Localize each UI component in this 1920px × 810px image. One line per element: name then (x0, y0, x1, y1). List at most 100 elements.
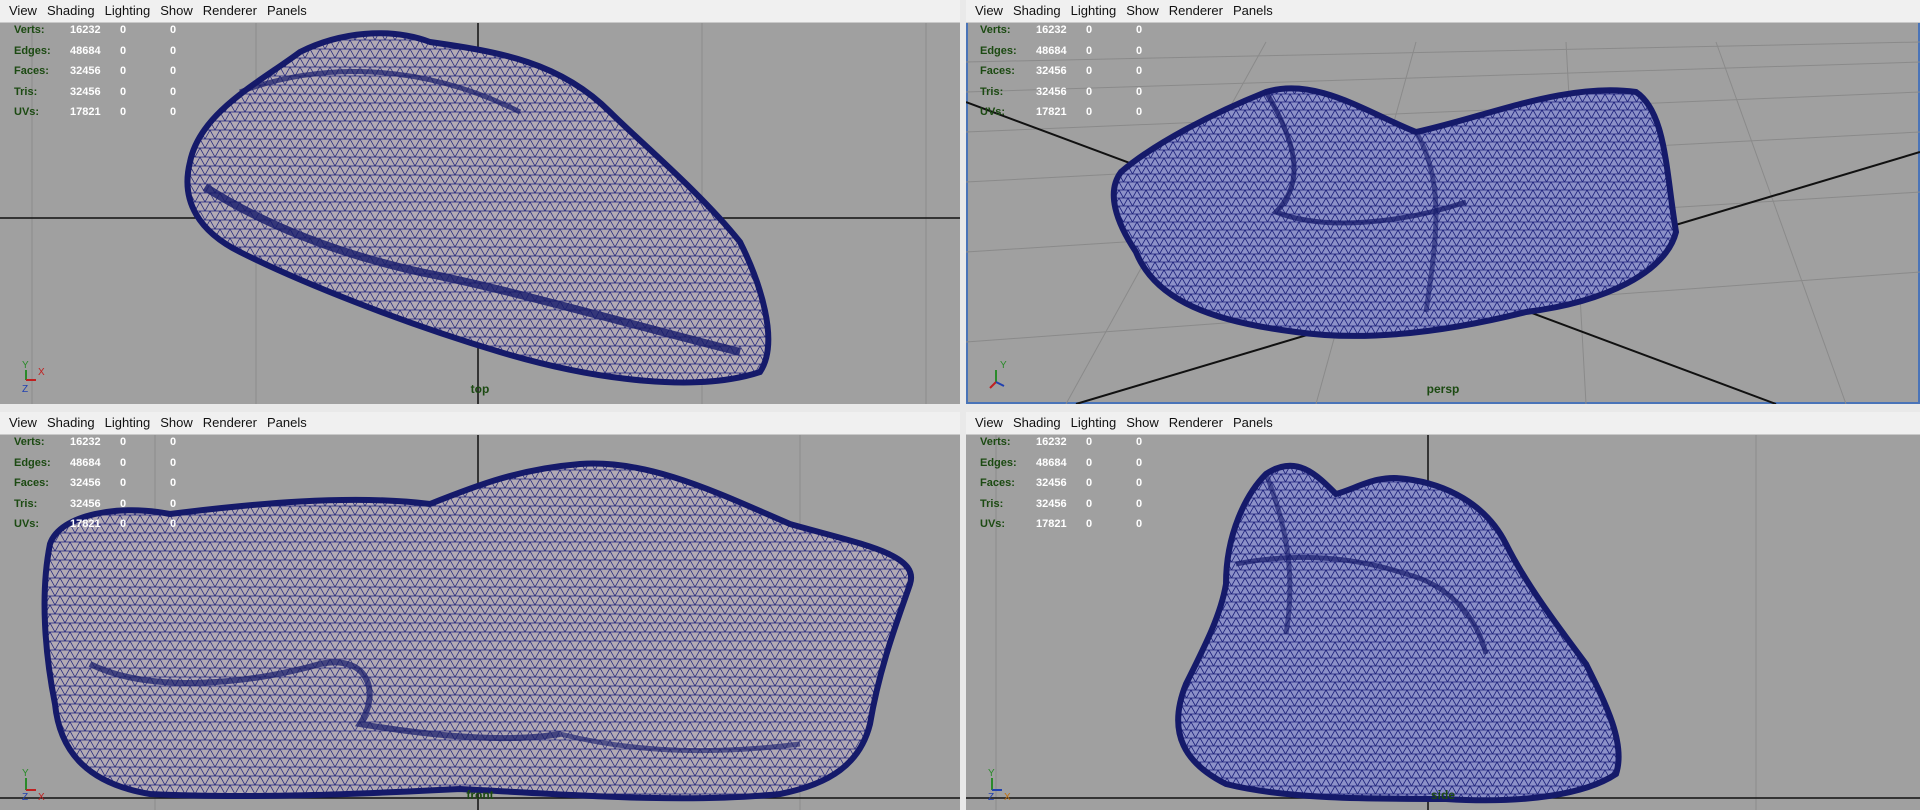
hud-label: Verts: (14, 24, 45, 37)
hud-label: Faces: (980, 477, 1015, 490)
hud-value: 0 (1086, 85, 1093, 98)
hud-value: 32456 (1036, 497, 1067, 510)
hud-value: 0 (1086, 436, 1093, 449)
rock-mesh (184, 30, 772, 386)
svg-text:Z: Z (22, 384, 28, 394)
hud-value: 0 (1086, 477, 1093, 490)
hud-value: 48684 (1036, 44, 1067, 57)
hud-label: Edges: (14, 456, 51, 469)
hud-label: Verts: (980, 436, 1011, 449)
menu-shading[interactable]: Shading (1008, 0, 1066, 22)
hud-label: Faces: (980, 65, 1015, 78)
hud-value: 16232 (1036, 436, 1067, 449)
hud-value: 0 (1136, 44, 1143, 57)
viewport-front[interactable]: View Shading Lighting Show Renderer Pane… (0, 412, 960, 810)
hud-value: 0 (1086, 24, 1093, 37)
menu-shading[interactable]: Shading (42, 0, 100, 22)
hud-value: 16232 (70, 24, 101, 37)
hud-value: 16232 (70, 436, 101, 449)
hud-label: Faces: (14, 477, 49, 490)
hud-value: 0 (1136, 106, 1143, 119)
menu-renderer[interactable]: Renderer (1164, 0, 1228, 22)
hud-label: UVs: (980, 518, 1006, 531)
viewport-menubar: View Shading Lighting Show Renderer Pane… (966, 0, 1920, 23)
hud-value: 17821 (1036, 106, 1067, 119)
menu-renderer[interactable]: Renderer (198, 412, 262, 434)
hud-value: 0 (170, 24, 177, 37)
viewport-side[interactable]: View Shading Lighting Show Renderer Pane… (966, 412, 1920, 810)
svg-text:Y: Y (1000, 360, 1007, 371)
hud-value: 0 (120, 436, 127, 449)
menu-shading[interactable]: Shading (42, 412, 100, 434)
hud-label: Edges: (980, 456, 1017, 469)
hud-label: UVs: (14, 106, 40, 119)
svg-text:X: X (1004, 792, 1011, 800)
hud-value: 0 (120, 24, 127, 37)
menu-lighting[interactable]: Lighting (1066, 412, 1122, 434)
menu-panels[interactable]: Panels (1228, 412, 1278, 434)
viewport-top[interactable]: View Shading Lighting Show Renderer Pane… (0, 0, 960, 404)
hud-value: 0 (120, 65, 127, 78)
svg-text:Z: Z (22, 792, 28, 800)
menu-panels[interactable]: Panels (1228, 0, 1278, 22)
menu-lighting[interactable]: Lighting (100, 0, 156, 22)
hud-value: 0 (1086, 518, 1093, 531)
menu-view[interactable]: View (4, 412, 42, 434)
hud-value: 32456 (1036, 85, 1067, 98)
hud-value: 0 (120, 518, 127, 531)
hud-value: 0 (1086, 497, 1093, 510)
hud-value: 0 (170, 106, 177, 119)
hud-value: 0 (170, 477, 177, 490)
hud-value: 32456 (70, 477, 101, 490)
hud-label: Tris: (980, 497, 1004, 510)
camera-label: top (470, 382, 490, 396)
menu-renderer[interactable]: Renderer (198, 0, 262, 22)
poly-count-hud: Verts: 16232 0 0 Edges: 48684 0 0 Faces: 32456 0… (980, 432, 1156, 535)
svg-text:Z: Z (988, 792, 994, 800)
menu-panels[interactable]: Panels (262, 412, 312, 434)
hud-value: 32456 (70, 65, 101, 78)
menu-lighting[interactable]: Lighting (100, 412, 156, 434)
hud-value: 48684 (1036, 456, 1067, 469)
hud-value: 0 (170, 497, 177, 510)
hud-value: 48684 (70, 44, 101, 57)
camera-label: persp (1426, 382, 1460, 396)
menu-renderer[interactable]: Renderer (1164, 412, 1228, 434)
menu-show[interactable]: Show (155, 0, 198, 22)
poly-count-hud: Verts: 16232 0 0 Edges: 48684 0 0 Faces: 32456 0… (14, 20, 190, 123)
menu-show[interactable]: Show (1121, 0, 1164, 22)
hud-value: 16232 (1036, 24, 1067, 37)
hud-value: 0 (170, 44, 177, 57)
hud-label: Verts: (980, 24, 1011, 37)
axis-gizmo-icon: Y (984, 358, 1024, 394)
hud-label: UVs: (14, 518, 40, 531)
axis-gizmo-icon: Y Z X (18, 764, 58, 803)
menu-view[interactable]: View (4, 0, 42, 22)
svg-text:Y: Y (22, 768, 29, 779)
menu-shading[interactable]: Shading (1008, 412, 1066, 434)
menu-show[interactable]: Show (1121, 412, 1164, 434)
viewport-persp[interactable]: View Shading Lighting Show Renderer Pane… (966, 0, 1920, 404)
hud-value: 0 (1086, 44, 1093, 57)
camera-label: front (466, 788, 494, 802)
hud-value: 0 (1136, 497, 1143, 510)
hud-label: Verts: (14, 436, 45, 449)
hud-value: 0 (120, 85, 127, 98)
hud-value: 0 (1086, 65, 1093, 78)
hud-value: 0 (1136, 436, 1143, 449)
hud-label: Tris: (980, 85, 1004, 98)
rock-mesh (1110, 85, 1680, 339)
hud-value: 48684 (70, 456, 101, 469)
viewport-menubar: View Shading Lighting Show Renderer Pane… (0, 0, 960, 23)
menu-lighting[interactable]: Lighting (1066, 0, 1122, 22)
hud-label: Edges: (980, 44, 1017, 57)
menu-view[interactable]: View (970, 412, 1008, 434)
menu-panels[interactable]: Panels (262, 0, 312, 22)
menu-view[interactable]: View (970, 0, 1008, 22)
hud-value: 17821 (70, 518, 101, 531)
svg-text:X: X (38, 367, 45, 378)
hud-value: 0 (1086, 456, 1093, 469)
menu-show[interactable]: Show (155, 412, 198, 434)
hud-value: 32456 (70, 85, 101, 98)
hud-value: 0 (170, 456, 177, 469)
